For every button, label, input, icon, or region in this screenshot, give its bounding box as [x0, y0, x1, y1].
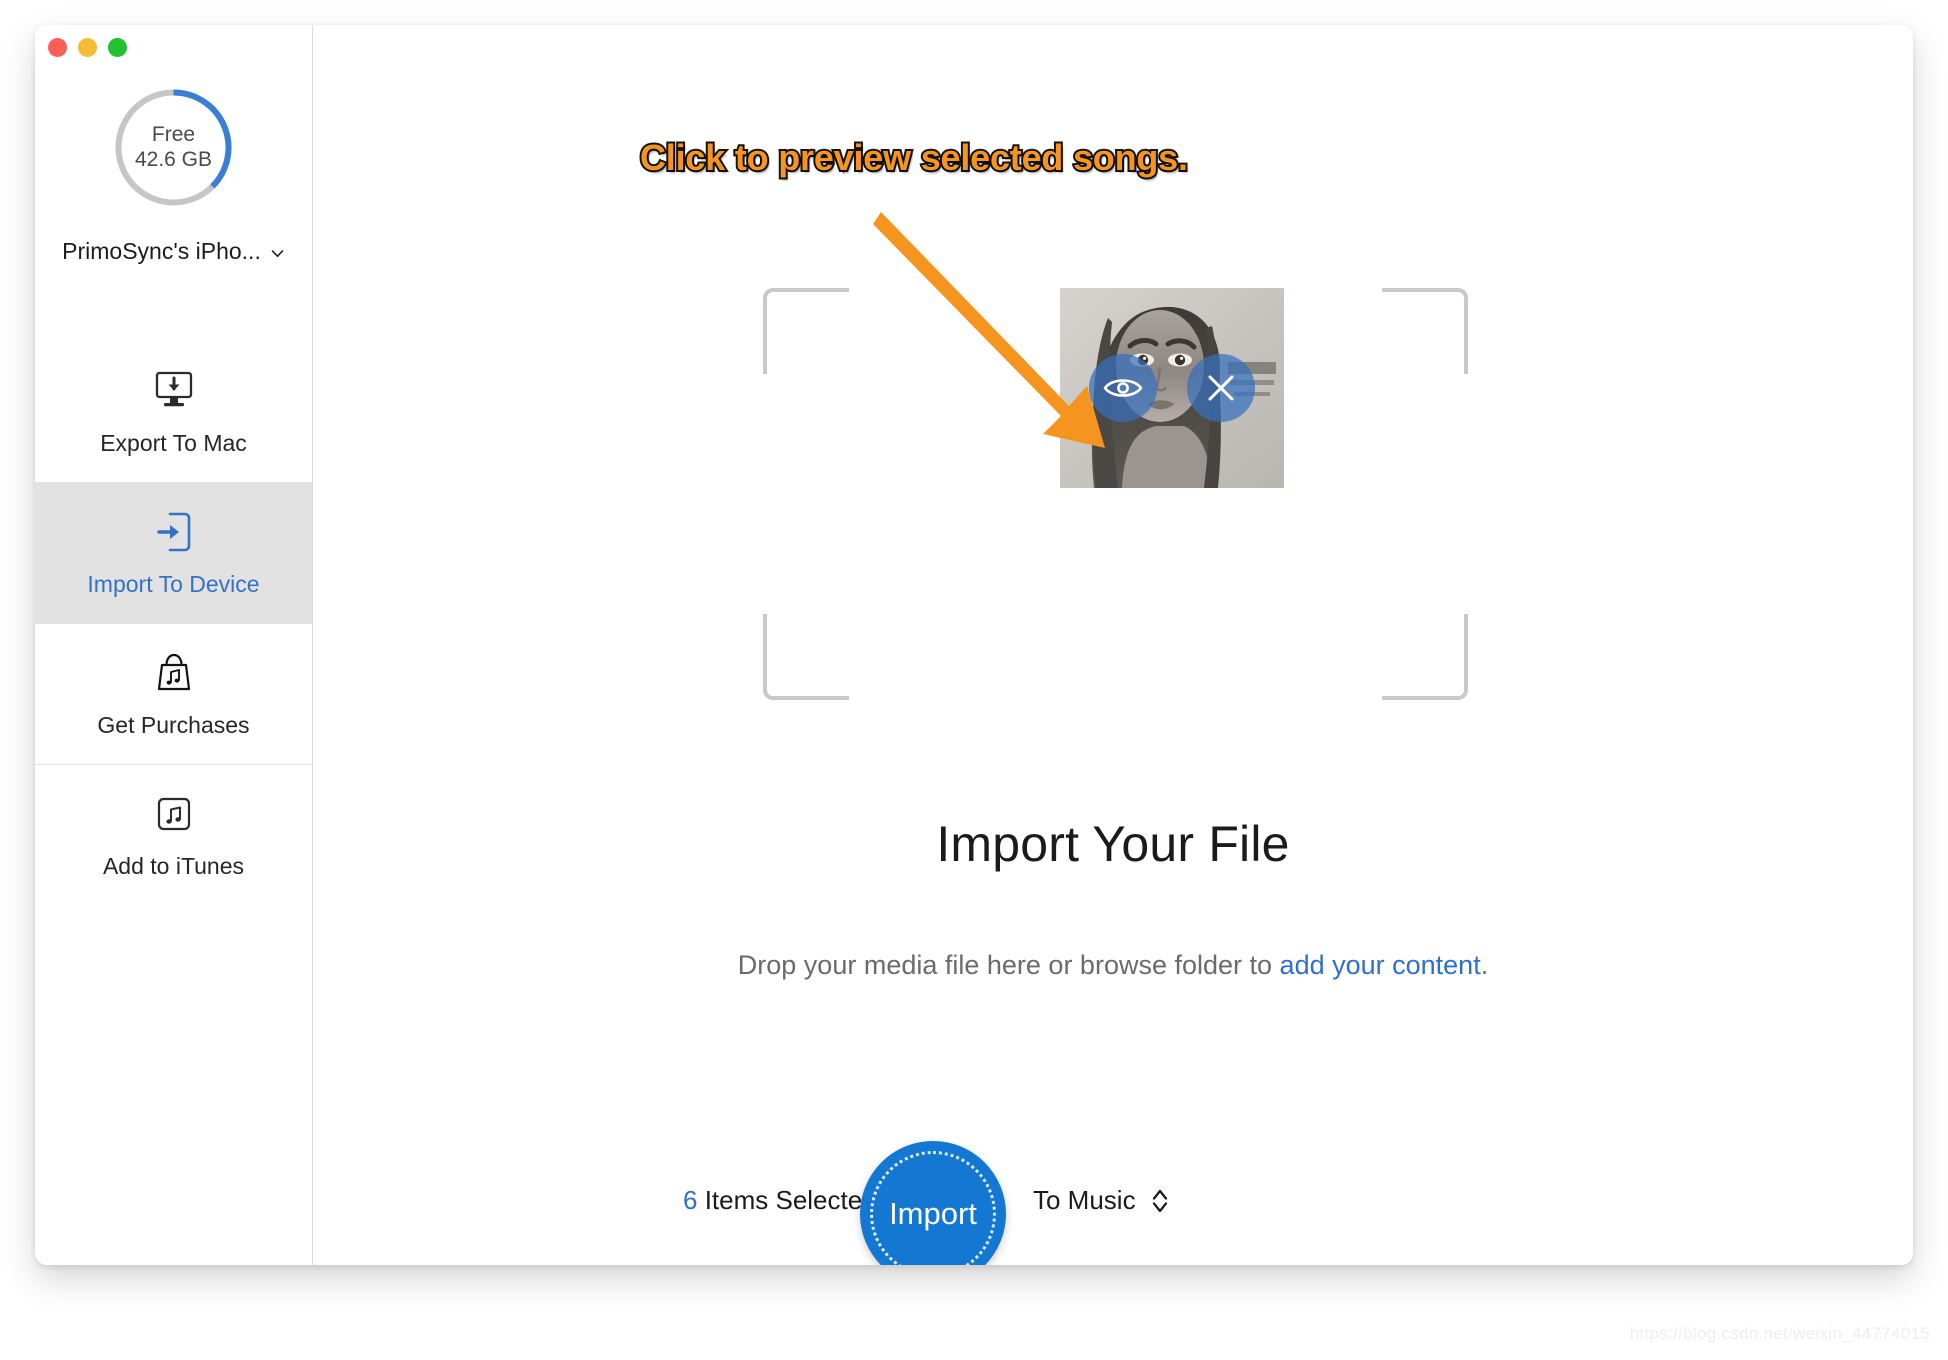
add-content-link[interactable]: add your content: [1280, 950, 1481, 980]
bracket-top-right: [1382, 288, 1468, 374]
bottom-bar: 6 Items Selected Import To Music: [313, 1133, 1913, 1265]
sidebar-item-import-to-device[interactable]: Import To Device: [35, 482, 312, 623]
subtitle-suffix: .: [1480, 950, 1489, 980]
import-button[interactable]: Import: [860, 1141, 1006, 1265]
remove-button[interactable]: [1187, 354, 1255, 422]
import-arrow-icon: [151, 509, 197, 555]
window-controls: [48, 38, 127, 57]
monitor-download-icon: [151, 368, 197, 414]
thumbnail-overlay: [1060, 288, 1284, 488]
bracket-bottom-left: [763, 614, 849, 700]
subtitle-prefix: Drop your media file here or browse fold…: [737, 950, 1280, 980]
destination-label: To Music: [1033, 1185, 1136, 1215]
close-button[interactable]: [48, 38, 67, 57]
storage-section: Free 42.6 GB PrimoSync's iPho...: [35, 85, 312, 265]
storage-free-value: 42.6 GB: [134, 147, 213, 171]
selected-items-count: 6 Items Selected: [683, 1185, 877, 1216]
watermark: https://blog.csdn.net/weixin_44774015: [1629, 1324, 1930, 1343]
music-note-square-icon: [151, 791, 197, 837]
import-button-label: Import: [889, 1196, 977, 1231]
selected-count-label: Items Selected: [697, 1185, 877, 1215]
storage-ring-label: Free 42.6 GB: [111, 85, 236, 210]
selected-item-thumbnail[interactable]: [1060, 288, 1284, 488]
destination-selector[interactable]: To Music: [1033, 1185, 1170, 1216]
desktop-background: Free 42.6 GB PrimoSync's iPho... Export …: [0, 0, 1948, 1360]
sidebar-nav: Export To Mac Import To Device Get Purch…: [35, 342, 312, 905]
eye-icon: [1103, 379, 1143, 397]
device-name: PrimoSync's iPho...: [62, 238, 261, 264]
sidebar-item-label: Import To Device: [87, 570, 260, 597]
device-selector[interactable]: PrimoSync's iPho...: [62, 238, 285, 265]
sidebar: Free 42.6 GB PrimoSync's iPho... Export …: [35, 25, 313, 1265]
sidebar-item-label: Export To Mac: [100, 429, 247, 456]
page-subtitle: Drop your media file here or browse fold…: [313, 950, 1913, 981]
selected-count-number: 6: [683, 1185, 698, 1215]
chevron-up-down-icon: [1152, 1189, 1167, 1212]
storage-ring: Free 42.6 GB: [111, 85, 236, 210]
maximize-button[interactable]: [108, 38, 127, 57]
sidebar-item-export-to-mac[interactable]: Export To Mac: [35, 342, 312, 482]
main-panel: Click to preview selected songs. Import …: [313, 25, 1913, 1265]
bracket-bottom-right: [1382, 614, 1468, 700]
storage-free-label: Free: [151, 123, 196, 147]
page-title: Import Your File: [936, 816, 1290, 872]
sidebar-item-add-to-itunes[interactable]: Add to iTunes: [35, 764, 312, 905]
preview-button[interactable]: [1089, 354, 1157, 422]
app-window: Free 42.6 GB PrimoSync's iPho... Export …: [35, 25, 1913, 1265]
sidebar-item-label: Get Purchases: [97, 711, 250, 738]
annotation-text: Click to preview selected songs.: [638, 135, 1190, 180]
chevron-down-icon: [270, 246, 285, 261]
minimize-button[interactable]: [78, 38, 97, 57]
bracket-top-left: [763, 288, 849, 374]
sidebar-item-label: Add to iTunes: [102, 852, 245, 879]
shopping-bag-music-icon: [151, 650, 197, 696]
sidebar-item-get-purchases[interactable]: Get Purchases: [35, 623, 312, 764]
close-x-icon: [1208, 375, 1234, 401]
